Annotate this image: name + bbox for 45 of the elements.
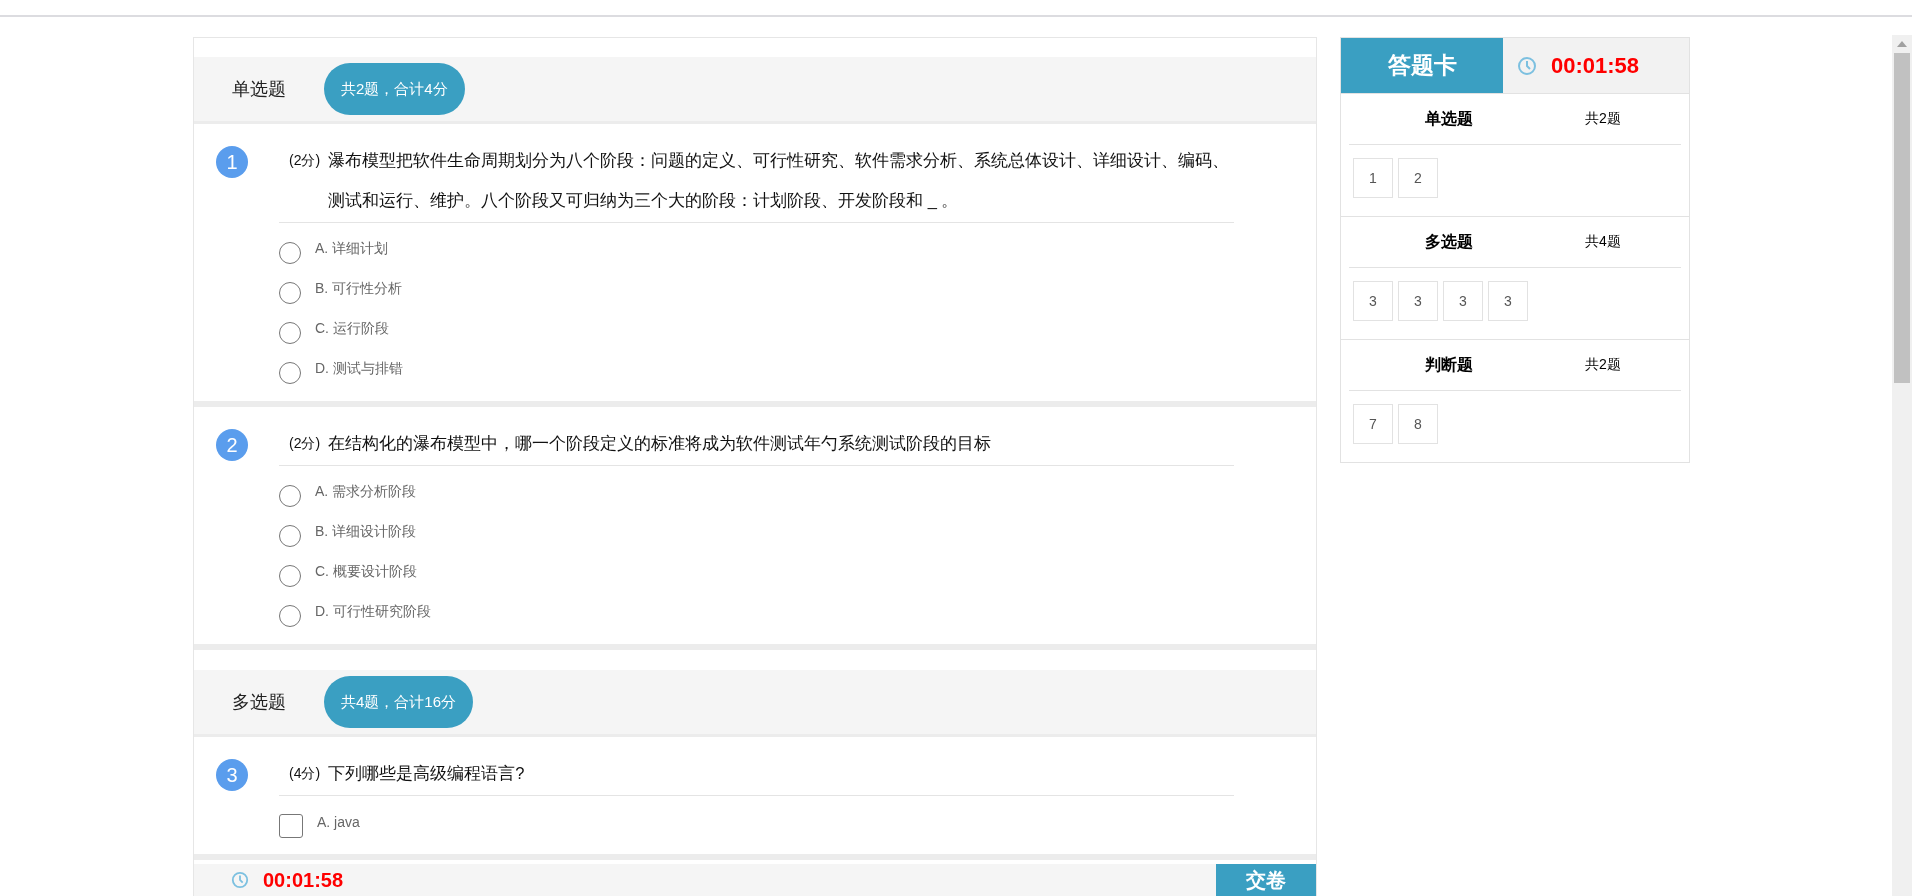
- question-text: 在结构化的瀑布模型中，哪一个阶段定义的标准将成为软件测试年勺系统测试阶段的目标: [328, 433, 993, 454]
- group-title: 判断题: [1424, 354, 1474, 375]
- section-summary: 共2题，合计4分: [324, 63, 465, 115]
- question-number: 2: [216, 429, 248, 461]
- question-jump-button[interactable]: 8: [1398, 404, 1438, 444]
- section-title: 多选题: [232, 691, 286, 714]
- option-label[interactable]: A. 需求分析阶段: [315, 483, 417, 501]
- question-score: (2分): [289, 151, 321, 170]
- option-label[interactable]: C. 运行阶段: [315, 320, 389, 338]
- scrollbar[interactable]: [1892, 35, 1912, 896]
- option-label[interactable]: A. java: [317, 814, 360, 830]
- section-summary: 共4题，合计16分: [324, 676, 474, 728]
- question-number: 1: [216, 146, 248, 178]
- question-score: (4分): [289, 764, 321, 783]
- question-jump-button[interactable]: 7: [1353, 404, 1393, 444]
- clock-icon: [231, 871, 249, 889]
- group-count: 共2题: [1585, 356, 1621, 374]
- clock-icon: [1517, 55, 1537, 76]
- question-number: 3: [216, 759, 248, 791]
- question-text: 瀑布模型把软件生命周期划分为八个阶段：问题的定义、可行性研究、软件需求分析、系统总体设计、详细设计、编码、测试和运行、维护。八个阶段又可归纳为三个大的阶段：计划阶段、开发阶段和 _ 。: [328, 150, 1231, 211]
- option-label[interactable]: A. 详细计划: [315, 240, 389, 258]
- option-label[interactable]: B. 详细设计阶段: [315, 523, 417, 541]
- option-label[interactable]: D. 测试与排错: [315, 360, 403, 378]
- answer-card-title: 答题卡: [1341, 38, 1503, 93]
- group-count: 共4题: [1585, 233, 1621, 251]
- timer: 00:01:58: [263, 868, 344, 892]
- group-title: 单选题: [1424, 108, 1474, 129]
- question-text: 下列哪些是高级编程语言?: [328, 763, 526, 784]
- question-jump-button[interactable]: 3: [1398, 281, 1438, 321]
- checkbox[interactable]: [279, 814, 303, 838]
- group-count: 共2题: [1585, 110, 1621, 128]
- question-score: (2分): [289, 434, 321, 453]
- option-label[interactable]: D. 可行性研究阶段: [315, 603, 431, 621]
- group-title: 多选题: [1424, 231, 1474, 252]
- section-title: 单选题: [232, 78, 286, 101]
- question-jump-button[interactable]: 2: [1398, 158, 1438, 198]
- timer: 00:01:58: [1551, 52, 1640, 79]
- question-jump-button[interactable]: 3: [1443, 281, 1483, 321]
- scroll-thumb[interactable]: [1894, 53, 1910, 383]
- option-label[interactable]: B. 可行性分析: [315, 280, 403, 298]
- question-jump-button[interactable]: 3: [1353, 281, 1393, 321]
- scroll-up-icon[interactable]: [1897, 41, 1907, 47]
- option-label[interactable]: C. 概要设计阶段: [315, 563, 417, 581]
- question-jump-button[interactable]: 3: [1488, 281, 1528, 321]
- question-jump-button[interactable]: 1: [1353, 158, 1393, 198]
